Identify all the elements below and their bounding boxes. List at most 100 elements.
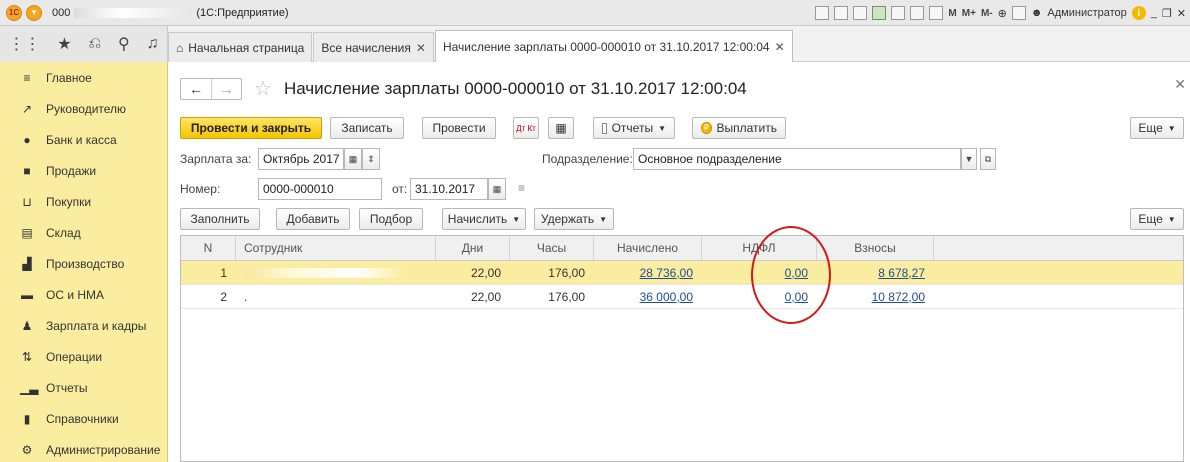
reports-label: Отчеты	[611, 121, 654, 135]
favorite-star-icon[interactable]: ☆	[254, 76, 272, 101]
window-title-prefix: 000	[52, 6, 71, 19]
copy-icon[interactable]	[891, 6, 906, 20]
memory-mminus-button[interactable]: M-	[981, 8, 993, 19]
select-button[interactable]: Подбор	[359, 208, 423, 230]
department-field[interactable]: Основное подразделение	[633, 148, 961, 170]
dt-kt-button[interactable]: Дт Кт	[513, 117, 539, 139]
structure-button[interactable]: ▦	[548, 117, 574, 139]
sidebar-item-admin[interactable]: ⚙ Администрирование	[0, 434, 167, 462]
sidebar-item-purchases[interactable]: ⊔ Покупки	[0, 186, 167, 217]
sidebar-item-bank[interactable]: ● Банк и касса	[0, 124, 167, 155]
back-arrow-icon[interactable]: ←	[181, 79, 211, 99]
reports-dropdown[interactable]: Отчеты ▼	[593, 117, 675, 139]
post-button[interactable]: Провести	[422, 117, 496, 139]
month-stepper[interactable]: ⇕	[362, 148, 380, 170]
preview-icon[interactable]	[853, 6, 868, 20]
print-icon[interactable]	[834, 6, 849, 20]
comment-icon[interactable]: ≡	[518, 181, 525, 195]
sidebar-item-fixed-assets[interactable]: ▬ ОС и НМА	[0, 279, 167, 310]
stepper-icon: ⇕	[367, 153, 375, 164]
column-header-days[interactable]: Дни	[436, 236, 510, 260]
date-calendar-button[interactable]: ▦	[488, 178, 506, 200]
number-field[interactable]: 0000-000010	[258, 178, 382, 200]
column-header-n[interactable]: N	[181, 236, 236, 260]
accrued-link[interactable]: 36 000,00	[640, 290, 693, 304]
user-icon: ☻	[1030, 7, 1043, 19]
tab-home[interactable]: ⌂ Начальная страница	[168, 32, 313, 62]
spreadsheet-icon[interactable]	[910, 6, 925, 20]
number-label: Номер:	[180, 182, 221, 196]
info-icon[interactable]: i	[1131, 6, 1146, 20]
window-title: 000 (1С:Предприятие)	[52, 7, 289, 19]
post-and-close-button[interactable]: Провести и закрыть	[180, 117, 322, 139]
memory-m-button[interactable]: M	[948, 8, 956, 19]
fill-button[interactable]: Заполнить	[180, 208, 260, 230]
pay-button[interactable]: ₽ Выплатить	[692, 117, 786, 139]
search-icon[interactable]: ⚲	[118, 34, 130, 54]
withhold-dropdown[interactable]: Удержать ▼	[534, 208, 614, 230]
calendar-button[interactable]: ▦	[344, 148, 362, 170]
column-header-hours[interactable]: Часы	[510, 236, 594, 260]
close-form-icon[interactable]: ✕	[1174, 76, 1186, 93]
save-button[interactable]: Записать	[330, 117, 404, 139]
cart-icon: ⊔	[22, 194, 32, 209]
ndfl-link[interactable]: 0,00	[785, 266, 808, 280]
redacted-text	[74, 7, 193, 18]
app-logo-icon[interactable]: 1C	[6, 4, 22, 21]
add-button[interactable]: Добавить	[276, 208, 350, 230]
user-name[interactable]: Администратор	[1047, 7, 1126, 19]
sidebar-item-operations[interactable]: ⇅ Операции	[0, 341, 167, 372]
employee-cell[interactable]	[236, 261, 436, 284]
ndfl-link[interactable]: 0,00	[785, 290, 808, 304]
department-dropdown-button[interactable]: ▼	[961, 148, 977, 170]
minimize-icon[interactable]: _	[1151, 7, 1157, 19]
sidebar-item-warehouse[interactable]: ▤ Склад	[0, 217, 167, 248]
main-menu-icon[interactable]: ▾	[26, 4, 42, 21]
tab-bar: ⌂ Начальная страница Все начисления ✕ На…	[168, 26, 794, 62]
sidebar-item-catalogs[interactable]: ▮ Справочники	[0, 403, 167, 434]
date-field[interactable]: 31.10.2017	[410, 178, 488, 200]
title-bar-tools: M M+ M- ⊕ ☻ Администратор i _ ❐ ✕	[815, 0, 1186, 26]
column-header-ndfl[interactable]: НДФЛ	[702, 236, 817, 260]
history-icon[interactable]: ⎌	[88, 35, 101, 53]
window-layout-icon[interactable]	[1011, 6, 1026, 20]
tab-salary-document[interactable]: Начисление зарплаты 0000-000010 от 31.10…	[434, 30, 793, 62]
department-open-button[interactable]: ⧉	[980, 148, 996, 170]
apps-grid-icon[interactable]: ⋮⋮	[8, 34, 40, 54]
book-icon: ▮	[23, 411, 31, 426]
column-header-employee[interactable]: Сотрудник	[236, 236, 436, 260]
restore-icon[interactable]: ❐	[1162, 7, 1172, 20]
favorites-star-icon[interactable]: ★	[57, 34, 71, 54]
forward-arrow-icon[interactable]: →	[211, 78, 241, 99]
sidebar-item-sales[interactable]: ■ Продажи	[0, 155, 167, 186]
table-row[interactable]: 2 . 22,00 176,00 36 000,00 0,00 10 872,0…	[181, 285, 1183, 309]
accrued-link[interactable]: 28 736,00	[640, 266, 693, 280]
memory-mplus-button[interactable]: M+	[962, 8, 976, 19]
save-icon[interactable]	[815, 6, 830, 20]
contributions-link[interactable]: 8 678,27	[878, 266, 925, 280]
table-row[interactable]: 1 22,00 176,00 28 736,00 0,00 8 678,27	[181, 261, 1183, 285]
notifications-bell-icon[interactable]: ♫	[147, 35, 159, 53]
sidebar-item-label: Руководителю	[46, 101, 127, 116]
sidebar-item-main[interactable]: ≡ Главное	[0, 62, 167, 93]
sidebar-item-production[interactable]: ▟ Производство	[0, 248, 167, 279]
salary-month-field[interactable]: Октябрь 2017	[258, 148, 344, 170]
table-more-button[interactable]: Еще ▼	[1130, 208, 1184, 230]
sidebar-item-manager[interactable]: ↗ Руководителю	[0, 93, 167, 124]
sidebar-item-salary[interactable]: ♟ Зарплата и кадры	[0, 310, 167, 341]
employee-cell[interactable]: .	[236, 285, 436, 308]
close-window-icon[interactable]: ✕	[1177, 7, 1186, 20]
more-button[interactable]: Еще ▼	[1130, 117, 1184, 139]
contributions-link[interactable]: 10 872,00	[872, 290, 925, 304]
close-tab-icon[interactable]: ✕	[416, 41, 426, 55]
calendar-icon[interactable]	[929, 6, 944, 20]
zoom-icon[interactable]: ⊕	[998, 7, 1007, 20]
column-header-accrued[interactable]: Начислено	[594, 236, 702, 260]
upload-icon[interactable]	[872, 6, 887, 20]
close-tab-icon[interactable]: ✕	[775, 40, 785, 54]
tab-all-accruals[interactable]: Все начисления ✕	[313, 32, 434, 62]
date-label: от:	[392, 182, 408, 196]
column-header-contributions[interactable]: Взносы	[817, 236, 934, 260]
sidebar-item-reports[interactable]: ▁▃ Отчеты	[0, 372, 167, 403]
accrue-dropdown[interactable]: Начислить ▼	[442, 208, 526, 230]
